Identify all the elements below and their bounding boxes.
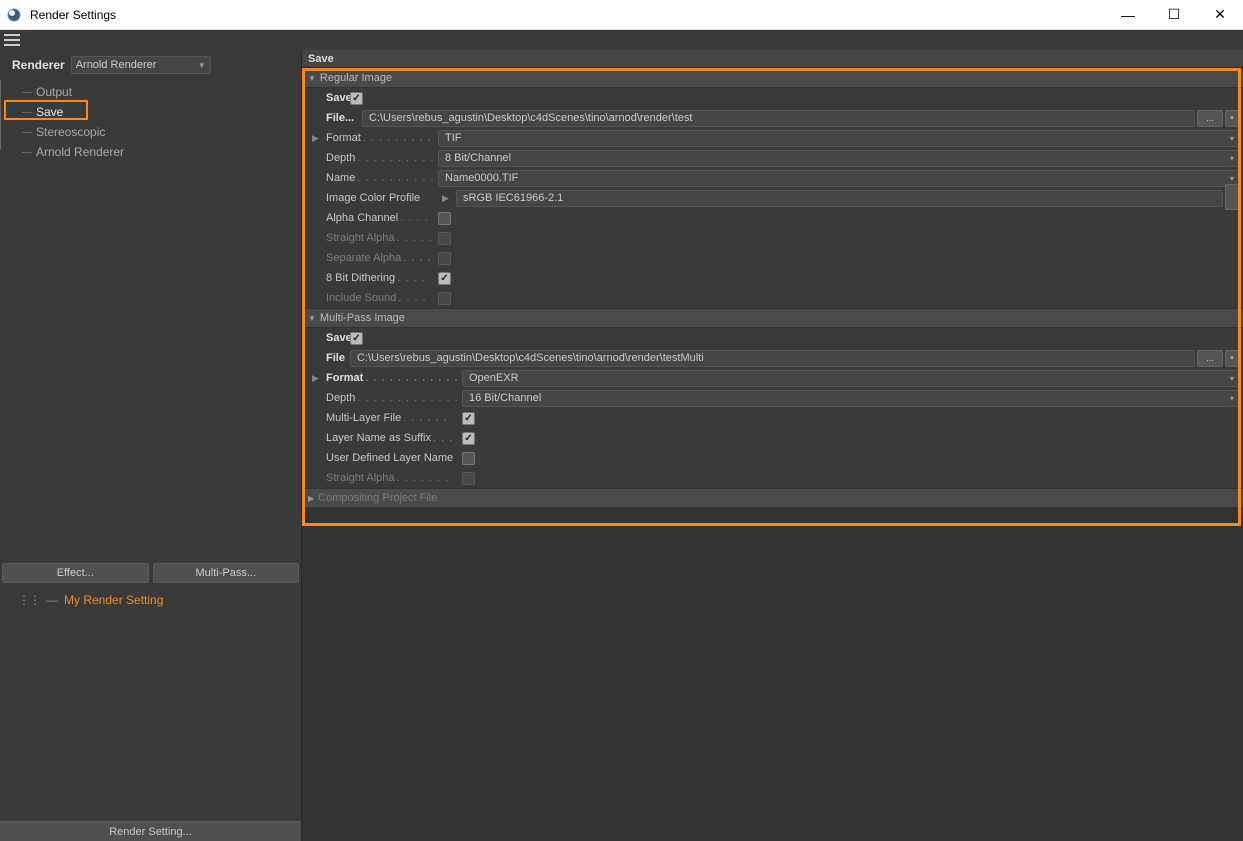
app-icon <box>6 7 22 23</box>
mp-save-label: Save <box>326 332 352 344</box>
depth-label: Depth <box>326 152 355 164</box>
dithering-checkbox[interactable] <box>438 272 451 285</box>
mp-format-label: Format <box>326 372 363 384</box>
multipass-file-input[interactable]: C:\Users\rebus_agustin\Desktop\c4dScenes… <box>350 350 1195 367</box>
browse-button[interactable]: ... <box>1197 350 1223 367</box>
chevron-right-icon[interactable]: ▶ <box>442 193 452 204</box>
render-setting-button[interactable]: Render Setting... <box>0 821 301 841</box>
straight-alpha-checkbox <box>438 232 451 245</box>
file-options-dropdown[interactable]: ▾ <box>1225 350 1239 367</box>
chevron-right-icon[interactable]: ▶ <box>312 133 322 144</box>
panel-header: Save <box>302 50 1243 68</box>
regular-depth-select[interactable]: 8 Bit/Channel▾ <box>438 150 1241 167</box>
renderer-select[interactable]: Arnold Renderer ▼ <box>71 56 211 74</box>
chevron-right-icon: ▶ <box>308 494 314 503</box>
separate-alpha-checkbox <box>438 252 451 265</box>
regular-format-select[interactable]: TIF▾ <box>438 130 1241 147</box>
preset-icon: ⋮⋮ <box>18 593 40 607</box>
mp-straight-label: Straight Alpha <box>326 472 395 484</box>
regular-name-select[interactable]: Name0000.TIF▾ <box>438 170 1241 187</box>
titlebar: Render Settings — ☐ ✕ <box>0 0 1243 30</box>
alpha-label: Alpha Channel <box>326 212 398 224</box>
separate-alpha-label: Separate Alpha <box>326 252 401 264</box>
my-render-setting[interactable]: ⋮⋮ — My Render Setting <box>0 585 301 615</box>
right-panel: Save ▼ Regular Image Save File... C:\Use… <box>302 50 1243 841</box>
profile-scroll[interactable] <box>1225 184 1239 210</box>
hamburger-icon[interactable] <box>4 34 20 46</box>
regular-save-checkbox[interactable] <box>350 92 363 105</box>
multipass-depth-select[interactable]: 16 Bit/Channel▾ <box>462 390 1241 407</box>
tree-item-output[interactable]: Output <box>22 82 301 102</box>
section-multipass-image[interactable]: ▼ Multi-Pass Image <box>302 308 1243 328</box>
multipass-button[interactable]: Multi-Pass... <box>153 563 300 583</box>
mp-straight-alpha-checkbox <box>462 472 475 485</box>
format-label: Format <box>326 132 361 144</box>
color-profile-input[interactable]: sRGB IEC61966-2.1 <box>456 190 1223 207</box>
chevron-down-icon: ▼ <box>308 314 316 323</box>
maximize-button[interactable]: ☐ <box>1151 0 1197 30</box>
file-label: File... <box>326 112 354 124</box>
profile-label: Image Color Profile <box>326 192 420 204</box>
mp-depth-label: Depth <box>326 392 355 404</box>
save-label: Save <box>326 92 352 104</box>
renderer-label: Renderer <box>12 58 65 72</box>
layername-suffix-checkbox[interactable] <box>462 432 475 445</box>
chevron-right-icon[interactable]: ▶ <box>312 373 322 384</box>
multipass-format-select[interactable]: OpenEXR▾ <box>462 370 1241 387</box>
empty-area <box>302 508 1243 841</box>
userlayer-label: User Defined Layer Name <box>326 452 453 464</box>
file-options-dropdown[interactable]: ▾ <box>1225 110 1239 127</box>
regular-file-input[interactable]: C:\Users\rebus_agustin\Desktop\c4dScenes… <box>362 110 1195 127</box>
user-layer-name-checkbox[interactable] <box>462 452 475 465</box>
minimize-button[interactable]: — <box>1105 0 1151 30</box>
effect-button[interactable]: Effect... <box>2 563 149 583</box>
section-regular-image[interactable]: ▼ Regular Image <box>302 68 1243 88</box>
multilayer-label: Multi-Layer File <box>326 412 401 424</box>
tree-item-save[interactable]: Save <box>22 102 301 122</box>
close-button[interactable]: ✕ <box>1197 0 1243 30</box>
window-title: Render Settings <box>30 8 116 22</box>
menu-strip <box>0 30 1243 50</box>
mp-file-label: File <box>326 352 345 364</box>
name-label: Name <box>326 172 355 184</box>
alpha-channel-checkbox[interactable] <box>438 212 451 225</box>
sound-label: Include Sound <box>326 292 396 304</box>
chevron-down-icon: ▼ <box>198 61 206 70</box>
tree-item-arnold[interactable]: Arnold Renderer <box>22 142 301 162</box>
dither-label: 8 Bit Dithering <box>326 272 395 284</box>
tree-item-stereoscopic[interactable]: Stereoscopic <box>22 122 301 142</box>
layername-label: Layer Name as Suffix <box>326 432 431 444</box>
renderer-value: Arnold Renderer <box>76 59 157 71</box>
chevron-down-icon: ▼ <box>308 74 316 83</box>
left-panel: Renderer Arnold Renderer ▼ Output Save S… <box>0 50 302 841</box>
include-sound-checkbox <box>438 292 451 305</box>
multipass-save-checkbox[interactable] <box>350 332 363 345</box>
straight-alpha-label: Straight Alpha <box>326 232 395 244</box>
settings-tree: Output Save Stereoscopic Arnold Renderer <box>0 80 301 162</box>
section-compositing[interactable]: ▶ Compositing Project File <box>302 488 1243 508</box>
browse-button[interactable]: ... <box>1197 110 1223 127</box>
multilayer-checkbox[interactable] <box>462 412 475 425</box>
